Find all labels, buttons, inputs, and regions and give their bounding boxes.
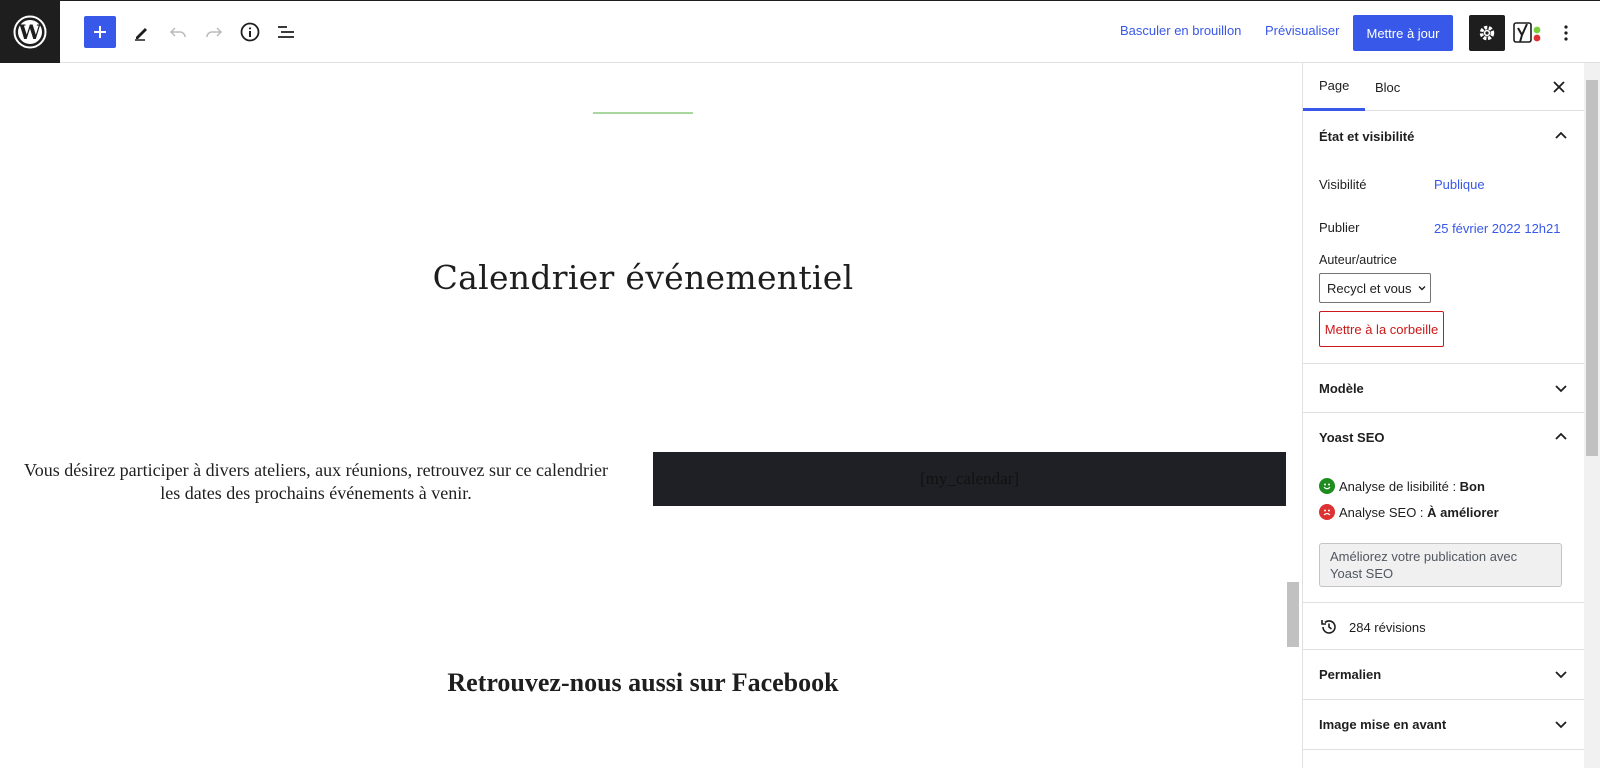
visibility-label: Visibilité xyxy=(1319,177,1367,192)
heading-block-facebook[interactable]: Retrouvez-nous aussi sur Facebook xyxy=(0,668,1286,698)
readability-analysis: Analyse de lisibilité : Bon xyxy=(1319,478,1485,494)
readability-label: Analyse de lisibilité : xyxy=(1339,478,1460,494)
panel-title: État et visibilité xyxy=(1319,128,1415,144)
panel-title: Yoast SEO xyxy=(1319,429,1385,445)
info-icon xyxy=(240,22,260,42)
author-select[interactable]: Recycl et vous xyxy=(1319,273,1431,303)
list-view-icon xyxy=(278,26,294,38)
svg-text:W: W xyxy=(18,20,42,44)
canvas-scrollbar-thumb[interactable] xyxy=(1287,582,1299,647)
canvas-scrollbar[interactable] xyxy=(1286,63,1302,768)
chevron-up-icon xyxy=(1555,432,1567,440)
smiley-good-icon xyxy=(1319,478,1335,494)
vertical-ellipsis-icon xyxy=(1564,25,1568,41)
template-panel-toggle[interactable]: Modèle xyxy=(1303,364,1584,412)
sidebar-tabs: Page Bloc xyxy=(1303,63,1584,111)
separator-block[interactable] xyxy=(593,112,693,114)
history-icon xyxy=(1321,620,1336,634)
divider xyxy=(1303,602,1584,603)
block-inserter-button[interactable] xyxy=(84,16,116,48)
paragraph-line: Vous désirez participer à divers atelier… xyxy=(24,460,608,480)
revisions-button[interactable]: 284 révisions xyxy=(1319,617,1426,637)
paragraph-block[interactable]: Vous désirez participer à divers atelier… xyxy=(0,459,632,505)
editor-header: W Basculer en brouillon Prévisualiser Me… xyxy=(0,0,1600,63)
chevron-up-icon xyxy=(1555,131,1567,139)
tab-page[interactable]: Page xyxy=(1303,63,1366,111)
chevron-down-icon xyxy=(1555,385,1567,393)
chevron-down-icon xyxy=(1555,671,1567,679)
yoast-icon xyxy=(1513,22,1541,43)
undo-icon xyxy=(169,27,186,38)
status-visibility-panel-toggle[interactable]: État et visibilité xyxy=(1303,112,1584,160)
move-to-trash-button[interactable]: Mettre à la corbeille xyxy=(1319,311,1444,347)
panel-title: Modèle xyxy=(1319,380,1364,396)
settings-sidebar: Page Bloc État et visibilité Visibilité … xyxy=(1302,63,1584,768)
divider xyxy=(1303,749,1584,750)
redo-button[interactable] xyxy=(198,16,230,48)
wordpress-logo-button[interactable]: W xyxy=(0,1,60,63)
sidebar-scrollbar-thumb[interactable] xyxy=(1586,80,1598,456)
featured-image-panel-toggle[interactable]: Image mise en avant xyxy=(1303,700,1584,748)
preview-button[interactable]: Prévisualiser xyxy=(1265,23,1339,38)
gear-icon xyxy=(1479,25,1495,41)
author-select-value: Recycl et vous xyxy=(1327,280,1412,296)
visibility-value-button[interactable]: Publique xyxy=(1434,177,1485,192)
editor-canvas[interactable]: Calendrier événementiel Vous désirez par… xyxy=(0,63,1286,768)
publish-date-button[interactable]: 25 février 2022 12h21 xyxy=(1434,221,1560,236)
update-button[interactable]: Mettre à jour xyxy=(1353,15,1453,51)
seo-analysis: Analyse SEO : À améliorer xyxy=(1319,504,1499,520)
seo-label: Analyse SEO : xyxy=(1339,504,1428,520)
permalink-panel-toggle[interactable]: Permalien xyxy=(1303,650,1584,698)
switch-to-draft-button[interactable]: Basculer en brouillon xyxy=(1120,23,1241,38)
seo-value: À améliorer xyxy=(1427,504,1499,520)
list-view-button[interactable] xyxy=(270,16,302,48)
pencil-icon xyxy=(135,28,147,41)
author-label: Auteur/autrice xyxy=(1319,253,1397,267)
revisions-label: 284 révisions xyxy=(1349,619,1426,635)
undo-button[interactable] xyxy=(162,16,194,48)
smiley-bad-icon xyxy=(1319,504,1335,520)
readability-value: Bon xyxy=(1459,478,1485,494)
shortcode-text: [my_calendar] xyxy=(919,469,1020,488)
close-icon xyxy=(1553,81,1565,93)
redo-icon xyxy=(206,27,223,38)
panel-title: Image mise en avant xyxy=(1319,716,1447,732)
publish-label: Publier xyxy=(1319,220,1360,235)
shortcode-block[interactable]: [my_calendar] xyxy=(653,452,1286,506)
tab-block[interactable]: Bloc xyxy=(1359,63,1416,111)
chevron-down-icon xyxy=(1418,286,1426,291)
wordpress-icon: W xyxy=(13,15,47,49)
yoast-seo-panel-toggle[interactable]: Yoast SEO xyxy=(1303,413,1584,461)
edit-tools-button[interactable] xyxy=(126,16,158,48)
chevron-down-icon xyxy=(1555,721,1567,729)
yoast-seo-button[interactable] xyxy=(1513,20,1545,46)
panel-title: Permalien xyxy=(1319,666,1382,682)
plus-icon xyxy=(94,26,106,38)
paragraph-line: les dates des prochains événements à ven… xyxy=(160,483,472,503)
close-sidebar-button[interactable] xyxy=(1547,75,1571,99)
yoast-improve-button[interactable]: Améliorez votre publication avec Yoast S… xyxy=(1319,543,1562,587)
settings-button[interactable] xyxy=(1469,15,1505,51)
heading-block[interactable]: Calendrier événementiel xyxy=(0,258,1286,297)
more-options-button[interactable] xyxy=(1556,19,1576,47)
details-button[interactable] xyxy=(234,16,266,48)
